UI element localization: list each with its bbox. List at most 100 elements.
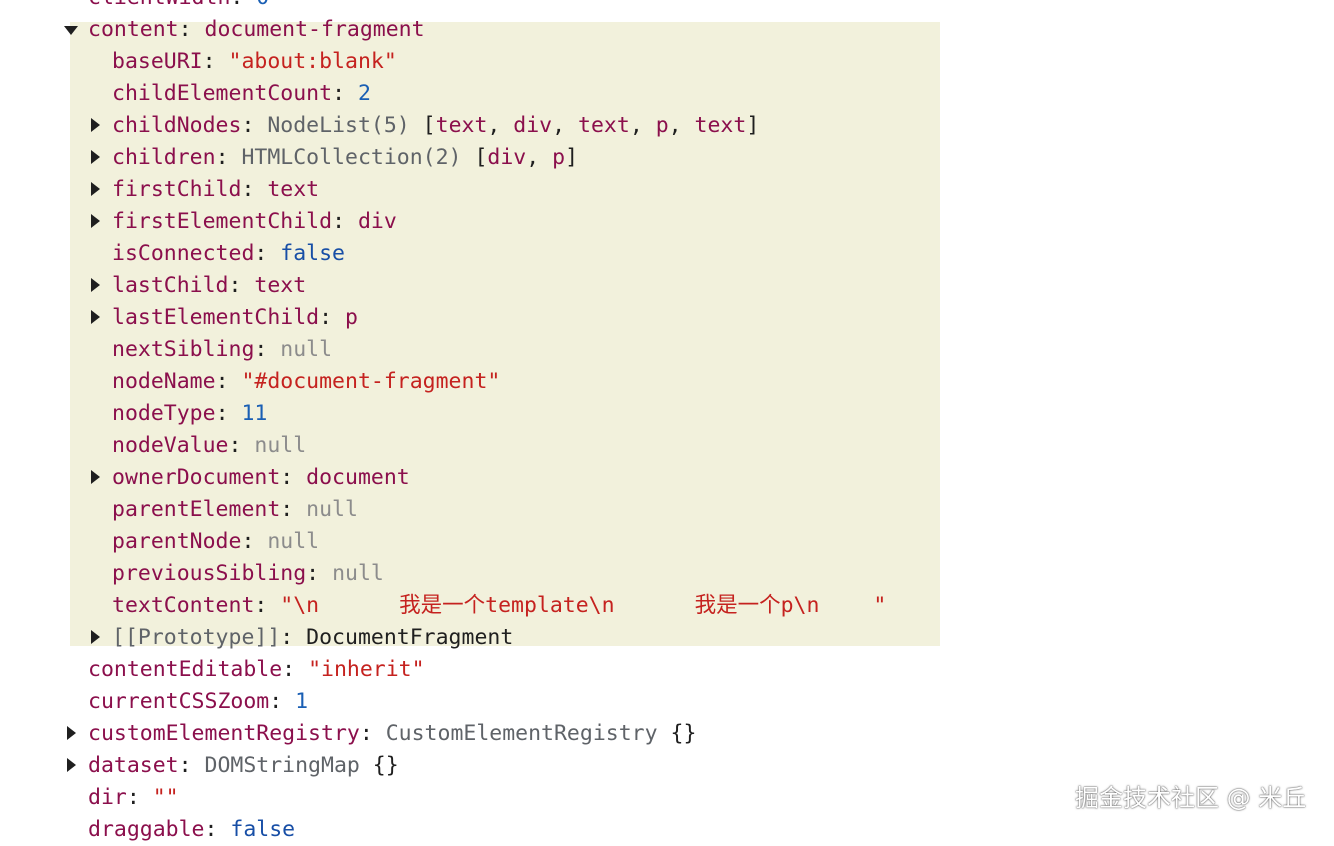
prop-key: firstChild — [112, 177, 242, 202]
prop-key: nodeValue — [112, 433, 229, 458]
prop-key: dir — [88, 785, 127, 810]
prop-value: 我是一个p\n — [694, 593, 820, 618]
prop-key: dataset — [88, 753, 179, 778]
prop-key: clientWidth — [88, 0, 230, 10]
list-item: div — [513, 113, 553, 138]
prop-key: nextSibling — [112, 337, 255, 362]
expand-triangle-icon[interactable] — [67, 726, 76, 740]
prop-value: false — [280, 241, 346, 266]
prop-key: previousSibling — [112, 561, 307, 586]
expand-triangle-icon[interactable] — [91, 630, 100, 644]
prop-row-currentcsszoom: currentCSSZoom: 1 — [88, 689, 309, 714]
prop-value: {} — [372, 753, 399, 778]
expand-triangle-icon[interactable] — [91, 470, 100, 484]
prop-key: content — [88, 17, 179, 42]
prop-row-content[interactable]: content: document-fragment — [88, 14, 425, 46]
prop-row-draggable: draggable: false — [88, 817, 296, 842]
prop-key: ownerDocument — [112, 465, 281, 490]
expand-triangle-icon[interactable] — [91, 182, 100, 196]
prop-row-parentnode: parentNode: null — [112, 529, 320, 554]
prop-row-baseuri: baseURI: "about:blank" — [112, 49, 397, 74]
watermark: 掘金技术社区 @ 米丘 — [1075, 784, 1307, 812]
prop-row-contenteditable: contentEditable: "inherit" — [88, 657, 425, 682]
prop-class: CustomElementRegistry — [385, 721, 658, 746]
prop-row-dataset[interactable]: dataset: DOMStringMap {} — [88, 750, 399, 782]
prop-row-firstelementchild[interactable]: firstElementChild: div — [112, 206, 397, 238]
prop-value: 1 — [295, 689, 309, 714]
prop-key: lastElementChild — [112, 305, 320, 330]
prop-key: firstElementChild — [112, 209, 333, 234]
prop-value: "about:blank" — [228, 49, 397, 74]
prop-row-customelementregistry[interactable]: customElementRegistry: CustomElementRegi… — [88, 718, 696, 750]
prop-key: parentElement — [112, 497, 281, 522]
prop-key: draggable — [88, 817, 205, 842]
prop-value: false — [230, 817, 296, 842]
prop-key: nodeName — [112, 369, 216, 394]
prop-value: document-fragment — [204, 17, 425, 42]
prop-key: isConnected — [112, 241, 255, 266]
prop-value: null — [332, 561, 384, 586]
prop-key: childNodes — [112, 113, 242, 138]
prop-row-lastelementchild[interactable]: lastElementChild: p — [112, 302, 358, 334]
prop-row-children[interactable]: children: HTMLCollection(2) [div, p] — [112, 142, 578, 174]
list-item: text — [694, 113, 747, 138]
prop-value: null — [280, 337, 333, 362]
prop-class: HTMLCollection(2) — [241, 145, 462, 170]
prop-key: [[Prototype]] — [112, 625, 281, 650]
collapse-triangle-icon[interactable] — [64, 26, 78, 35]
prop-key: children — [112, 145, 216, 170]
prop-row-isconnected: isConnected: false — [112, 241, 346, 266]
list-item: div — [487, 145, 527, 170]
prop-key: currentCSSZoom — [88, 689, 270, 714]
prop-class: NodeList(5) — [267, 113, 410, 138]
prop-key: customElementRegistry — [88, 721, 360, 746]
prop-row-nodetype: nodeType: 11 — [112, 401, 268, 426]
prop-key: nodeType — [112, 401, 216, 426]
prop-value: 11 — [241, 401, 268, 426]
prop-key: textContent — [112, 593, 255, 618]
prop-value: "" — [152, 785, 179, 810]
prop-row-nodevalue: nodeValue: null — [112, 433, 307, 458]
prop-value: 2 — [357, 81, 371, 106]
prop-row-prototype[interactable]: [[Prototype]]: DocumentFragment — [112, 622, 513, 654]
prop-value: DocumentFragment — [306, 625, 514, 650]
prop-value: document — [306, 465, 410, 490]
expand-triangle-icon[interactable] — [91, 278, 100, 292]
prop-value: null — [254, 433, 307, 458]
expand-triangle-icon[interactable] — [91, 214, 100, 228]
prop-key: contentEditable — [88, 657, 283, 682]
prop-row-previoussibling: previousSibling: null — [112, 561, 384, 586]
prop-key: childElementCount — [112, 81, 333, 106]
prop-class: DOMStringMap — [204, 753, 360, 778]
expand-triangle-icon[interactable] — [91, 310, 100, 324]
prop-value: 我是一个template\n — [399, 593, 615, 618]
prop-row-ownerdocument[interactable]: ownerDocument: document — [112, 462, 410, 494]
prop-value: {} — [670, 721, 697, 746]
expand-triangle-icon[interactable] — [91, 118, 100, 132]
prop-row-dir: dir: "" — [88, 785, 179, 810]
prop-value: "#document-fragment" — [241, 369, 501, 394]
prop-value: "inherit" — [308, 657, 425, 682]
prop-value: div — [357, 209, 397, 234]
prop-row-lastchild[interactable]: lastChild: text — [112, 270, 306, 302]
expand-triangle-icon[interactable] — [91, 150, 100, 164]
list-item: text — [578, 113, 630, 138]
list-item: p — [552, 145, 566, 170]
prop-value: text — [267, 177, 320, 202]
prop-value: text — [254, 273, 307, 298]
prop-value: " — [873, 593, 887, 618]
prop-value: p — [345, 305, 358, 330]
prop-row-clientwidth: clientWidth: 0 — [88, 0, 269, 14]
prop-key: parentNode — [112, 529, 242, 554]
prop-row-firstchild[interactable]: firstChild: text — [112, 174, 319, 206]
prop-row-childelementcount: childElementCount: 2 — [112, 81, 371, 106]
prop-row-parentelement: parentElement: null — [112, 497, 358, 522]
prop-key: baseURI — [112, 49, 203, 74]
prop-value: "\n — [280, 593, 320, 618]
prop-value: null — [267, 529, 320, 554]
prop-row-nodename: nodeName: "#document-fragment" — [112, 369, 501, 394]
prop-key: lastChild — [112, 273, 229, 298]
expand-triangle-icon[interactable] — [67, 758, 76, 772]
prop-row-childnodes[interactable]: childNodes: NodeList(5) [text, div, text… — [112, 110, 759, 142]
list-item: text — [435, 113, 488, 138]
